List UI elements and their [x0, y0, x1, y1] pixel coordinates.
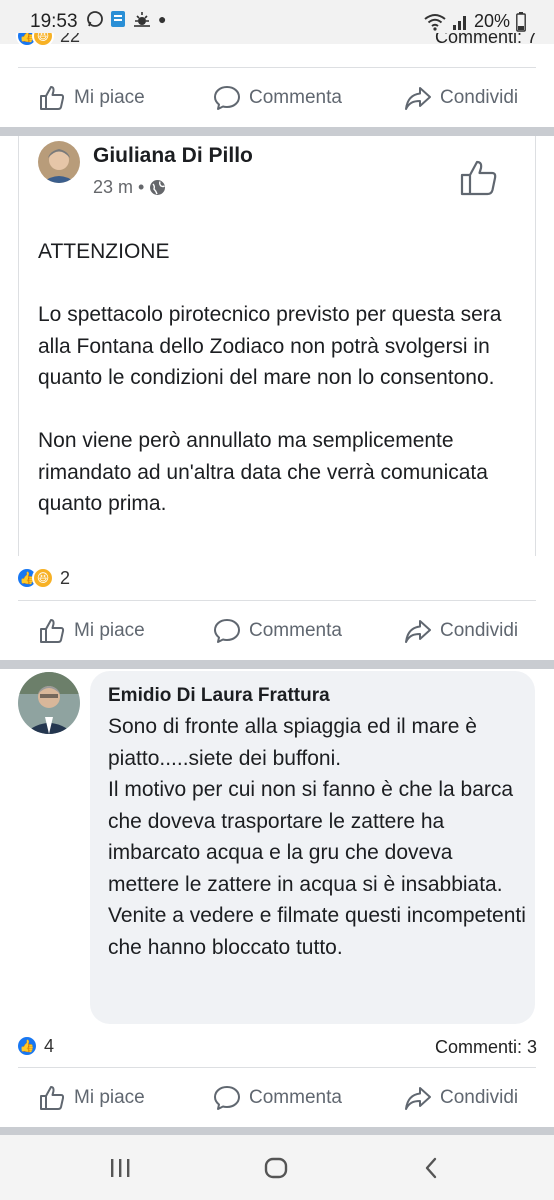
like-button[interactable]: Mi piace	[38, 601, 145, 661]
author-avatar[interactable]	[38, 141, 80, 183]
whatsapp-icon	[87, 11, 103, 27]
share-button[interactable]: Condividi	[404, 1068, 518, 1128]
recent-apps-icon	[111, 1159, 130, 1177]
haha-reaction-icon: 😆	[32, 33, 54, 47]
weather-icon	[134, 12, 150, 27]
thumbs-up-icon	[40, 86, 65, 110]
share-button[interactable]: Condividi	[404, 601, 518, 661]
signal-icon	[452, 15, 466, 30]
recent-apps-button[interactable]	[100, 1153, 140, 1183]
comment-icon	[214, 619, 240, 643]
thumbs-up-icon	[40, 1086, 65, 1110]
post-separator	[0, 660, 554, 669]
comment-stats: 👍 4 Commenti: 3	[0, 1033, 554, 1063]
action-bar: Mi piace Commenta Condividi	[0, 601, 554, 661]
comment-button[interactable]: Commenta	[213, 68, 342, 128]
like-label: Mi piace	[74, 87, 145, 108]
shared-post-card[interactable]: Giuliana Di Pillo 23 m • ATTENZIONE Lo s…	[18, 136, 536, 556]
top-post-stats: 👍 😆 22 Commenti: 7	[0, 33, 554, 57]
share-icon	[405, 620, 431, 643]
like-label: Mi piace	[74, 620, 145, 641]
commenter-avatar[interactable]	[18, 672, 80, 734]
post-text: ATTENZIONE Lo spettacolo pirotecnico pre…	[38, 240, 502, 515]
comment-button[interactable]: Commenta	[213, 1068, 342, 1128]
haha-reaction-icon: 😆	[32, 567, 54, 589]
comments-count[interactable]: Commenti: 7	[435, 33, 537, 48]
share-button[interactable]: Condividi	[404, 68, 518, 128]
home-button[interactable]	[256, 1153, 296, 1183]
system-nav-bar	[0, 1135, 554, 1200]
like-reaction-icon: 👍	[16, 1035, 38, 1057]
reaction-count: 4	[44, 1035, 55, 1056]
action-bar: Mi piace Commenta Condividi	[0, 68, 554, 128]
comment-author-name[interactable]: Emidio Di Laura Frattura	[108, 685, 330, 707]
meta-separator: •	[138, 177, 145, 197]
reactions[interactable]: 👍 😆 22	[16, 33, 80, 47]
post-separator	[0, 127, 554, 136]
comment-icon	[214, 86, 240, 110]
more-notifications-dot: ●	[158, 11, 167, 27]
comment-label: Commenta	[249, 620, 342, 641]
comment-text: Sono di fronte alla spiaggia ed il mare …	[108, 715, 526, 959]
post-meta: 23 m •	[93, 177, 166, 198]
back-button[interactable]	[411, 1153, 451, 1183]
comment-icon	[214, 1086, 240, 1110]
thumbs-up-icon	[40, 619, 65, 643]
reaction-count: 22	[60, 33, 81, 46]
share-icon	[405, 1087, 431, 1110]
app-icon	[111, 11, 125, 27]
post-time[interactable]: 23 m	[93, 177, 133, 198]
comment-label: Commenta	[249, 1087, 342, 1108]
comment-button[interactable]: Commenta	[213, 601, 342, 661]
battery-percent: 20%	[473, 11, 510, 31]
share-icon	[405, 87, 431, 110]
like-button[interactable]: Mi piace	[38, 68, 145, 128]
comment-label: Commenta	[249, 87, 342, 108]
like-label: Mi piace	[74, 1087, 145, 1108]
notification-icons: ●	[86, 10, 166, 28]
thumbs-up-icon[interactable]	[459, 158, 499, 198]
comment-bubble[interactable]: Emidio Di Laura Frattura Sono di fronte …	[90, 671, 535, 1024]
reaction-count: 2	[60, 567, 71, 588]
status-right: 20%	[424, 11, 526, 32]
status-time: 19:53	[30, 11, 78, 32]
share-label: Condividi	[440, 1087, 519, 1108]
post-separator	[0, 1127, 554, 1135]
post-author-name[interactable]: Giuliana Di Pillo	[93, 144, 253, 168]
reactions[interactable]: 👍 4	[16, 1035, 54, 1057]
comments-count[interactable]: Commenti: 3	[435, 1037, 537, 1058]
shared-post-stats: 👍 😆 2	[0, 565, 554, 595]
share-label: Condividi	[440, 620, 519, 641]
action-bar: Mi piace Commenta Condividi	[0, 1068, 554, 1128]
reactions[interactable]: 👍 😆 2	[16, 567, 70, 589]
share-label: Condividi	[440, 87, 519, 108]
battery-icon	[516, 11, 526, 32]
wifi-icon	[424, 13, 446, 31]
back-icon	[425, 1157, 437, 1179]
like-button[interactable]: Mi piace	[38, 1068, 145, 1128]
home-icon	[264, 1157, 288, 1179]
globe-icon	[150, 180, 166, 195]
